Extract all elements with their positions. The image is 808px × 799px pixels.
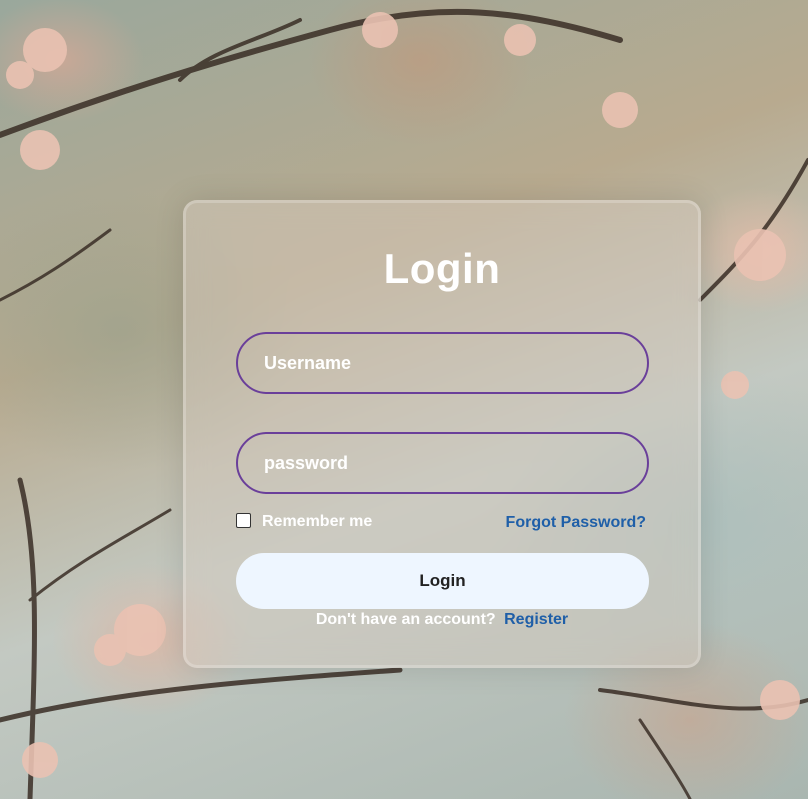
remember-me-row: Remember me <box>236 512 372 531</box>
login-title: Login <box>383 245 501 292</box>
register-row: Don't have an account? Register <box>186 611 698 629</box>
password-field[interactable] <box>236 432 649 494</box>
username-field[interactable] <box>236 332 649 394</box>
password-input[interactable] <box>238 434 647 492</box>
login-button[interactable]: Login <box>236 553 649 609</box>
forgot-password-link[interactable]: Forgot Password? <box>506 514 646 532</box>
register-prompt: Don't have an account? <box>315 611 496 628</box>
remember-me-label[interactable]: Remember me <box>262 513 372 531</box>
login-card: Login Remember me Forgot Password? Login… <box>183 200 701 668</box>
login-page: Login Remember me Forgot Password? Login… <box>0 0 808 799</box>
username-input[interactable] <box>238 334 647 392</box>
register-link[interactable]: Register <box>504 611 568 628</box>
remember-me-checkbox[interactable] <box>236 512 251 528</box>
